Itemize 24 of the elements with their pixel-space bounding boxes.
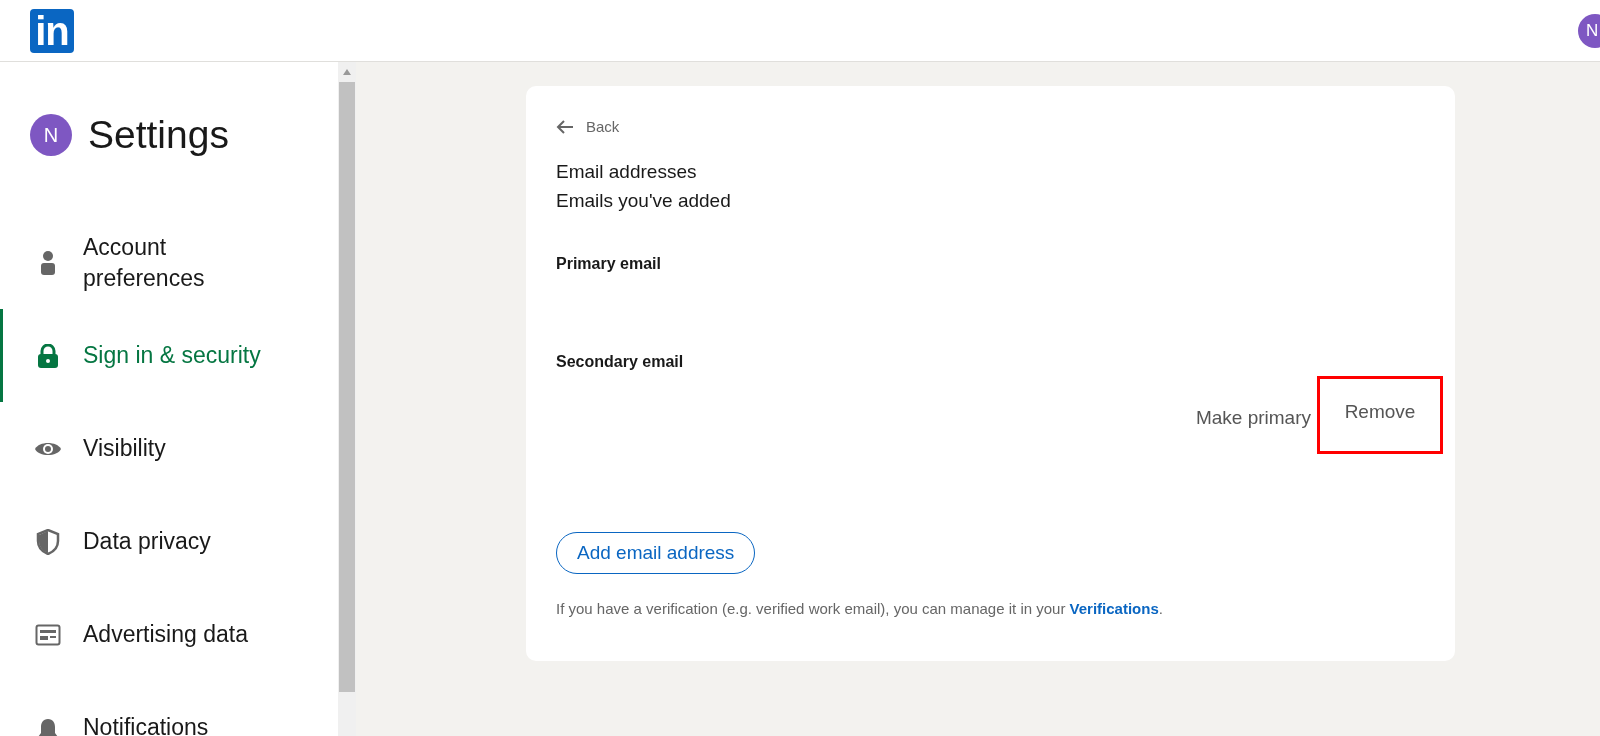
logo[interactable]: in — [30, 8, 74, 53]
lock-icon — [37, 343, 59, 368]
person-icon — [39, 249, 57, 276]
section-subtitle: Emails you've added — [556, 189, 732, 213]
sidebar-item[interactable]: Notifications — [0, 681, 338, 736]
back-link[interactable]: Back — [556, 116, 1443, 138]
avatar[interactable]: N — [1578, 13, 1600, 48]
sidebar-item[interactable]: Visibility — [0, 402, 338, 495]
page-title: Settings — [88, 111, 229, 158]
shield-icon — [36, 528, 60, 555]
verification-note: If you have a verification (e.g. verified work email), you can manage it in your Verifications. — [556, 599, 1164, 619]
scroll-up-icon[interactable] — [343, 69, 351, 75]
verifications-link[interactable]: Verifications — [1069, 600, 1159, 617]
email-heading: Primary email — [556, 254, 662, 274]
newspaper-icon — [35, 623, 61, 646]
email-heading: Secondary email — [556, 352, 685, 372]
email-action-button[interactable]: Make primary — [1189, 376, 1317, 454]
section-title: Email addresses — [556, 160, 698, 184]
sidebar-item[interactable]: Advertising data — [0, 588, 338, 681]
email-action-button[interactable]: Remove — [1317, 376, 1443, 454]
sidebar-item[interactable]: Account preferences — [0, 216, 338, 309]
back-arrow-icon — [556, 120, 574, 134]
sidebar-item[interactable]: Data privacy — [0, 495, 338, 588]
avatar: N — [30, 114, 72, 156]
